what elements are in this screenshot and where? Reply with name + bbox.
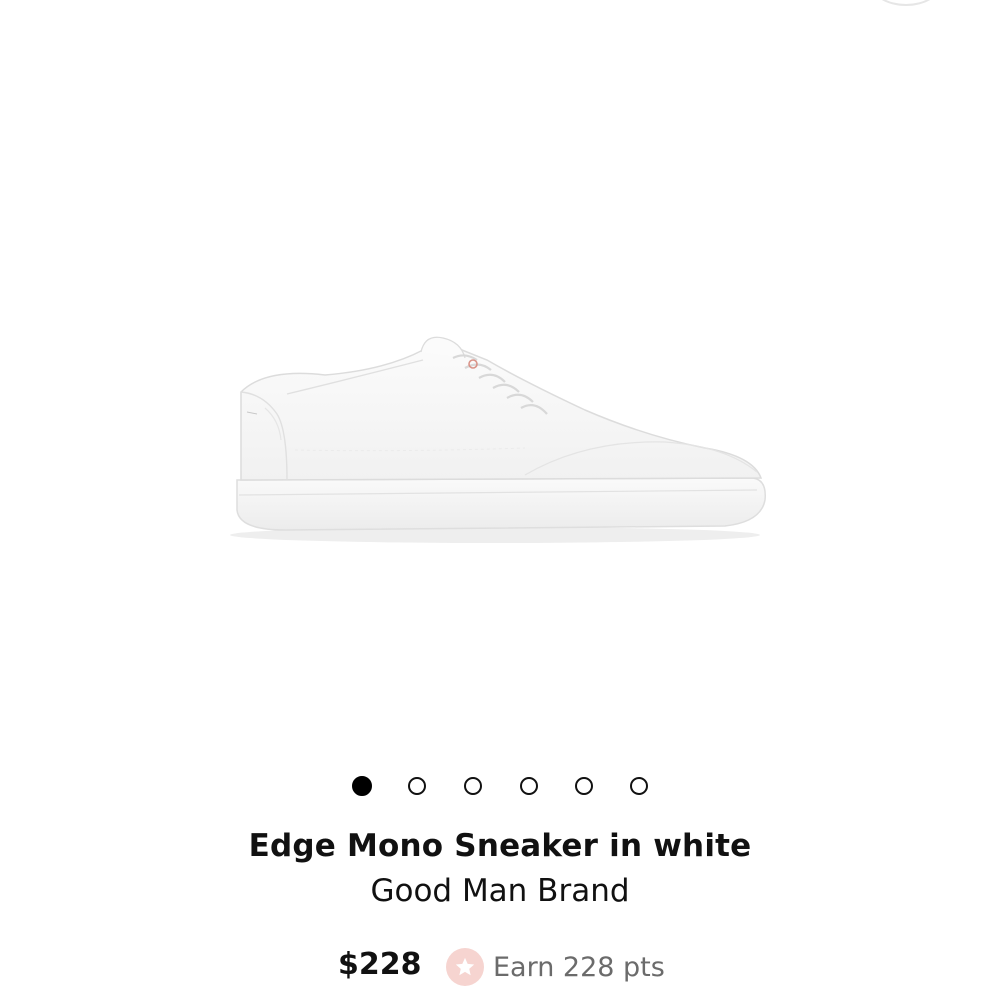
carousel-dot-1[interactable] [352,776,372,796]
carousel-dots [0,776,1000,796]
sneaker-image [230,336,766,543]
product-page: Edge Mono Sneaker in white Good Man Bran… [0,0,1000,1000]
carousel-dot-5[interactable] [575,777,593,795]
product-title: Edge Mono Sneaker in white [248,828,752,864]
product-image-carousel[interactable] [0,0,1000,760]
carousel-dot-4[interactable] [520,777,538,795]
brand-name[interactable]: Good Man Brand [0,873,1000,909]
price-row: $228 Earn 228 pts [0,945,1000,991]
points-badge: Earn 228 pts [446,947,665,987]
carousel-dot-2[interactable] [408,777,426,795]
price: $228 [338,947,422,982]
points-text: Earn 228 pts [493,951,665,983]
carousel-dot-6[interactable] [630,777,648,795]
carousel-dot-3[interactable] [464,777,482,795]
star-icon [446,948,484,986]
